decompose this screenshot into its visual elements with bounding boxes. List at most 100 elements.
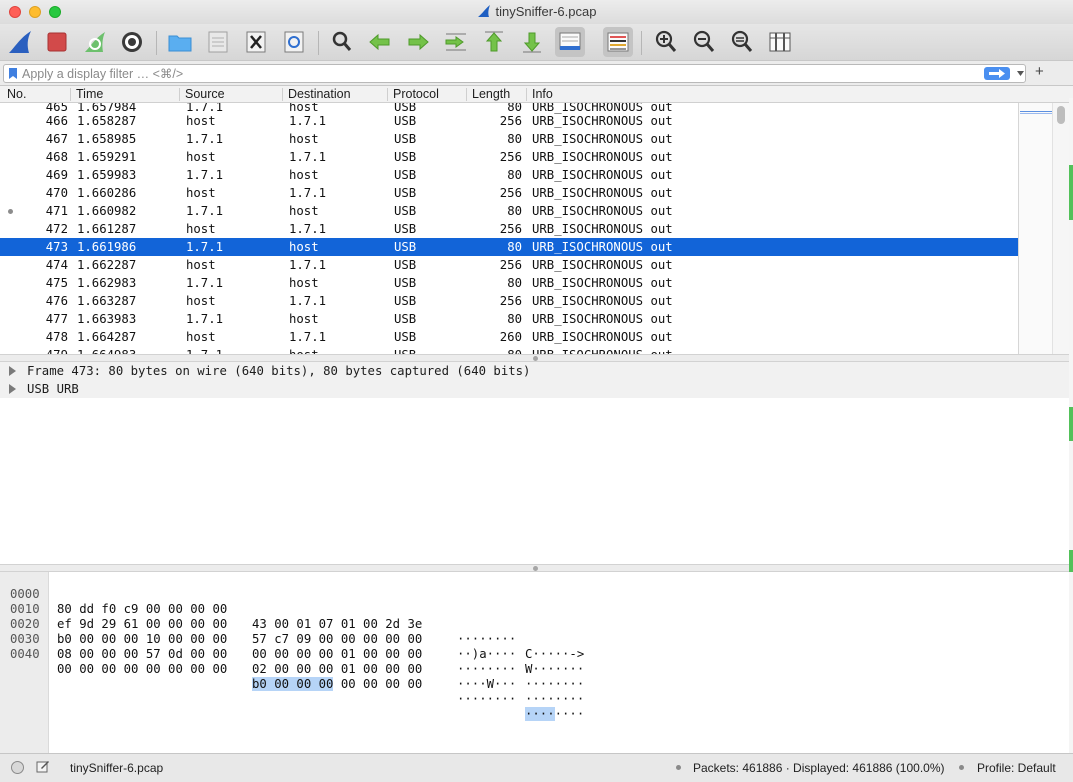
packet-row[interactable]: 476 1.663287 host 1.7.1 USB 256 URB_ISOCHRONOU… xyxy=(0,292,1018,310)
display-filter-input[interactable] xyxy=(22,65,977,82)
ascii-bytes[interactable]: C·····-> xyxy=(525,647,584,662)
column-divider[interactable] xyxy=(179,88,180,101)
cell-source: host xyxy=(186,114,216,128)
jump-to-icon xyxy=(445,33,466,51)
hex-bytes[interactable]: 00 00 00 00 01 00 00 00 xyxy=(252,647,422,662)
packet-row[interactable]: 467 1.658985 1.7.1 host USB 80 URB_ISOCHRONOUS… xyxy=(0,130,1018,148)
column-header-no[interactable]: No. xyxy=(7,87,26,101)
go-to-packet-button[interactable] xyxy=(441,27,471,57)
resize-columns-button[interactable] xyxy=(765,27,795,57)
packet-row[interactable]: 471 1.660982 1.7.1 host USB 80 URB_ISOCHRONOUS… xyxy=(0,202,1018,220)
auto-scroll-button[interactable] xyxy=(555,27,585,57)
byte-offset: 0040 xyxy=(10,647,40,661)
packet-row[interactable]: 470 1.660286 host 1.7.1 USB 256 URB_ISOCHRONOU… xyxy=(0,184,1018,202)
reload-file-button[interactable] xyxy=(279,27,309,57)
start-capture-button[interactable] xyxy=(5,27,35,57)
auto-scroll-icon xyxy=(559,32,581,50)
hex-bytes[interactable]: 43 00 01 07 01 00 2d 3e xyxy=(252,617,422,632)
packet-row[interactable]: 479 1.664983 1.7.1 host USB 80 URB_ISOCHRONOUS… xyxy=(0,346,1018,354)
column-divider[interactable] xyxy=(70,88,71,101)
status-profile[interactable]: Profile: Default xyxy=(977,761,1056,775)
restart-capture-button[interactable] xyxy=(80,27,110,57)
details-tree-item[interactable]: Frame 473: 80 bytes on wire (640 bits), … xyxy=(0,362,1069,380)
packet-row[interactable]: 475 1.662983 1.7.1 host USB 80 URB_ISOCHRONOUS… xyxy=(0,274,1018,292)
zoom-in-button[interactable] xyxy=(651,27,681,57)
add-filter-button[interactable]: + xyxy=(1035,63,1044,80)
hex-bytes[interactable]: 02 00 00 00 01 00 00 00 xyxy=(252,662,422,677)
pane-splitter[interactable] xyxy=(0,564,1073,572)
details-tree-item[interactable]: USB URB xyxy=(0,380,1069,398)
cell-no: 479 xyxy=(10,346,68,354)
bookmark-icon[interactable] xyxy=(8,67,18,80)
pane-splitter[interactable] xyxy=(0,354,1073,362)
packet-list-scrollbar[interactable] xyxy=(1052,103,1069,354)
ascii-bytes[interactable]: ········ xyxy=(457,692,516,707)
splitter-handle[interactable] xyxy=(533,356,538,361)
packet-row[interactable]: 469 1.659983 1.7.1 host USB 80 URB_ISOCHRONOUS… xyxy=(0,166,1018,184)
apply-filter-button[interactable] xyxy=(984,67,1010,80)
packet-row[interactable]: 466 1.658287 host 1.7.1 USB 256 URB_ISOCHRONOU… xyxy=(0,112,1018,130)
status-separator-dot xyxy=(676,765,681,770)
packet-row[interactable]: 477 1.663983 1.7.1 host USB 80 URB_ISOCHRONOUS… xyxy=(0,310,1018,328)
go-forward-button[interactable] xyxy=(403,27,433,57)
column-header-time[interactable]: Time xyxy=(76,87,103,101)
column-header-protocol[interactable]: Protocol xyxy=(393,87,439,101)
column-header-source[interactable]: Source xyxy=(185,87,225,101)
hex-bytes[interactable]: 80 dd f0 c9 00 00 00 00 xyxy=(57,602,227,617)
ascii-bytes[interactable]: ····W··· xyxy=(457,677,516,692)
status-separator-dot xyxy=(959,765,964,770)
hex-bytes[interactable]: ef 9d 29 61 00 00 00 00 xyxy=(57,617,227,632)
hex-bytes[interactable]: 57 c7 09 00 00 00 00 00 xyxy=(252,632,422,647)
column-header-length[interactable]: Length xyxy=(472,87,510,101)
open-file-button[interactable] xyxy=(165,27,195,57)
ascii-bytes[interactable]: ········ xyxy=(525,707,584,722)
stop-square-icon xyxy=(47,32,67,52)
packet-row[interactable]: 474 1.662287 host 1.7.1 USB 256 URB_ISOCHRONOU… xyxy=(0,256,1018,274)
expand-triangle-icon[interactable] xyxy=(9,366,16,376)
column-divider[interactable] xyxy=(282,88,283,101)
scrollbar-thumb[interactable] xyxy=(1057,106,1065,124)
packet-rows: 465 1.657984 1.7.1 host USB 80 URB_ISOCHRONOUS… xyxy=(0,103,1018,354)
go-back-button[interactable] xyxy=(365,27,395,57)
capture-comment-icon[interactable] xyxy=(36,759,50,773)
hex-bytes[interactable]: b0 00 00 00 10 00 00 00 xyxy=(57,632,227,647)
go-last-button[interactable] xyxy=(517,27,547,57)
save-file-button[interactable] xyxy=(203,27,233,57)
packet-minimap[interactable] xyxy=(1018,103,1052,354)
cell-no: 469 xyxy=(45,168,68,182)
column-header-info[interactable]: Info xyxy=(532,87,553,101)
normal-size-button[interactable] xyxy=(727,27,757,57)
bytes-row: 0010 ef 9d 29 61 00 00 00 00 57 c7 09 00… xyxy=(0,587,584,676)
column-divider[interactable] xyxy=(387,88,388,101)
column-header-destination[interactable]: Destination xyxy=(288,87,351,101)
chevron-down-icon[interactable] xyxy=(1016,69,1025,78)
ascii-bytes[interactable]: W······· xyxy=(525,662,584,677)
cell-destination: 1.7.1 xyxy=(289,294,327,308)
expand-triangle-icon[interactable] xyxy=(9,384,16,394)
stop-capture-button[interactable] xyxy=(42,27,72,57)
hex-bytes[interactable]: 08 00 00 00 57 0d 00 00 xyxy=(57,647,227,662)
capture-options-button[interactable] xyxy=(117,27,147,57)
packet-row[interactable]: 478 1.664287 host 1.7.1 USB 260 URB_ISOCHRONOU… xyxy=(0,328,1018,346)
toolbar-separator xyxy=(641,31,642,55)
expert-info-icon[interactable] xyxy=(11,761,24,774)
column-divider[interactable] xyxy=(466,88,467,101)
colorize-button[interactable] xyxy=(603,27,633,57)
splitter-handle[interactable] xyxy=(533,566,538,571)
packet-row[interactable]: 472 1.661287 host 1.7.1 USB 256 URB_ISOCHRONOU… xyxy=(0,220,1018,238)
zoom-out-button[interactable] xyxy=(689,27,719,57)
packet-row-selected[interactable]: 473 1.661986 1.7.1 host USB 80 URB_ISOCHRONOUS… xyxy=(0,238,1018,256)
ascii-bytes[interactable]: ········ xyxy=(525,692,584,707)
hex-bytes[interactable]: 00 00 00 00 00 00 00 00 xyxy=(57,662,227,677)
column-divider[interactable] xyxy=(526,88,527,101)
ascii-bytes[interactable]: ········ xyxy=(457,662,516,677)
cell-info: URB_ISOCHRONOUS out xyxy=(532,222,673,236)
hex-bytes[interactable]: b0 00 00 00 00 00 00 00 xyxy=(252,677,422,692)
close-file-button[interactable] xyxy=(241,27,271,57)
ascii-bytes[interactable]: ··)a···· xyxy=(457,647,516,662)
ascii-bytes[interactable]: ········ xyxy=(457,632,516,647)
find-packet-button[interactable] xyxy=(327,27,357,57)
ascii-bytes[interactable]: ········ xyxy=(525,677,584,692)
go-first-button[interactable] xyxy=(479,27,509,57)
packet-row[interactable]: 468 1.659291 host 1.7.1 USB 256 URB_ISOCHRONOU… xyxy=(0,148,1018,166)
